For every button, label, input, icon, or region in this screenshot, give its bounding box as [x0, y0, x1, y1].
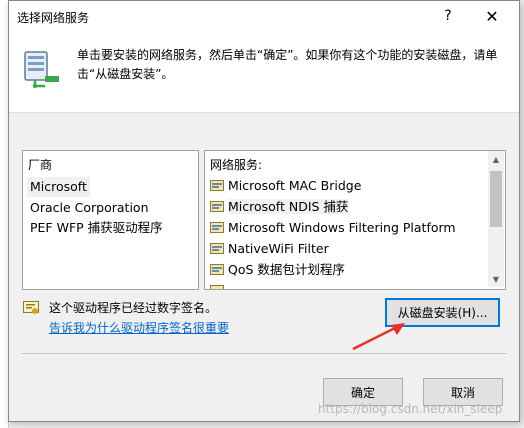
network-service-item-icon	[210, 201, 224, 212]
network-service-icon	[24, 51, 59, 89]
scrollbar-thumb[interactable]	[490, 171, 502, 227]
service-item-qos-packet-scheduler[interactable]: QoS 数据包计划程序	[210, 260, 345, 280]
network-service-list[interactable]: 网络服务: Microsoft MAC Bridge Microsoft NDI…	[204, 150, 506, 290]
instruction-text: 单击要安装的网络服务，然后单击“确定”。如果你有这个功能的安装磁盘，请单击“从磁…	[77, 48, 498, 81]
title-bar: 选择网络服务 ? ✕	[9, 1, 519, 32]
scroll-down-arrow-icon[interactable]: ▼	[488, 271, 504, 287]
signed-driver-icon	[23, 301, 39, 314]
service-item-label: Microsoft Windows Filtering Platform	[228, 220, 456, 235]
annotation-arrow-icon	[352, 323, 405, 351]
service-item-mac-bridge[interactable]: Microsoft MAC Bridge	[210, 176, 361, 196]
watermark-text: https://blog.csdn.net/xin_sleep	[318, 402, 503, 416]
help-button[interactable]: ?	[435, 5, 461, 27]
signature-status-text: 这个驱动程序已经过数字签名。	[49, 301, 218, 315]
scroll-up-arrow-icon[interactable]: ▲	[488, 151, 504, 167]
service-item-ndis-capture[interactable]: Microsoft NDIS 捕获	[210, 197, 349, 217]
service-item-nativewifi-filter[interactable]: NativeWiFi Filter	[210, 239, 329, 259]
dialog-title: 选择网络服务	[17, 11, 90, 25]
instruction-panel: 单击要安装的网络服务，然后单击“确定”。如果你有这个功能的安装磁盘，请单击“从磁…	[9, 32, 519, 113]
network-service-item-icon	[210, 285, 224, 289]
service-list-header: 网络服务:	[210, 158, 263, 172]
manufacturer-list-header: 厂商	[28, 158, 53, 172]
service-item-partial	[210, 281, 228, 289]
manufacturer-list[interactable]: 厂商 Microsoft Oracle Corporation PEF WFP …	[22, 150, 199, 290]
close-button[interactable]: ✕	[479, 5, 505, 27]
service-item-label: NativeWiFi Filter	[228, 241, 329, 256]
service-item-label: Microsoft NDIS 捕获	[228, 199, 349, 214]
service-item-label: QoS 数据包计划程序	[228, 262, 345, 277]
service-item-label: Microsoft MAC Bridge	[228, 178, 362, 193]
manufacturer-item-microsoft[interactable]: Microsoft	[27, 177, 90, 197]
manufacturer-item-oracle[interactable]: Oracle Corporation	[27, 198, 152, 218]
service-list-scrollbar[interactable]: ▲ ▼	[488, 151, 504, 287]
separator-line	[21, 353, 507, 354]
manufacturer-item-pef-wfp[interactable]: PEF WFP 捕获驱动程序	[27, 218, 166, 238]
network-service-item-icon	[210, 243, 224, 254]
network-service-item-icon	[210, 222, 224, 233]
service-item-windows-filtering-platform[interactable]: Microsoft Windows Filtering Platform	[210, 218, 456, 238]
network-service-item-icon	[210, 264, 224, 275]
select-network-service-dialog: 选择网络服务 ? ✕ 单击要安装的网络服务，然后单击“确定”。如果你有这个功能的…	[8, 0, 520, 422]
network-service-item-icon	[210, 180, 224, 191]
signing-importance-link[interactable]: 告诉我为什么驱动程序签名很重要	[49, 319, 229, 336]
